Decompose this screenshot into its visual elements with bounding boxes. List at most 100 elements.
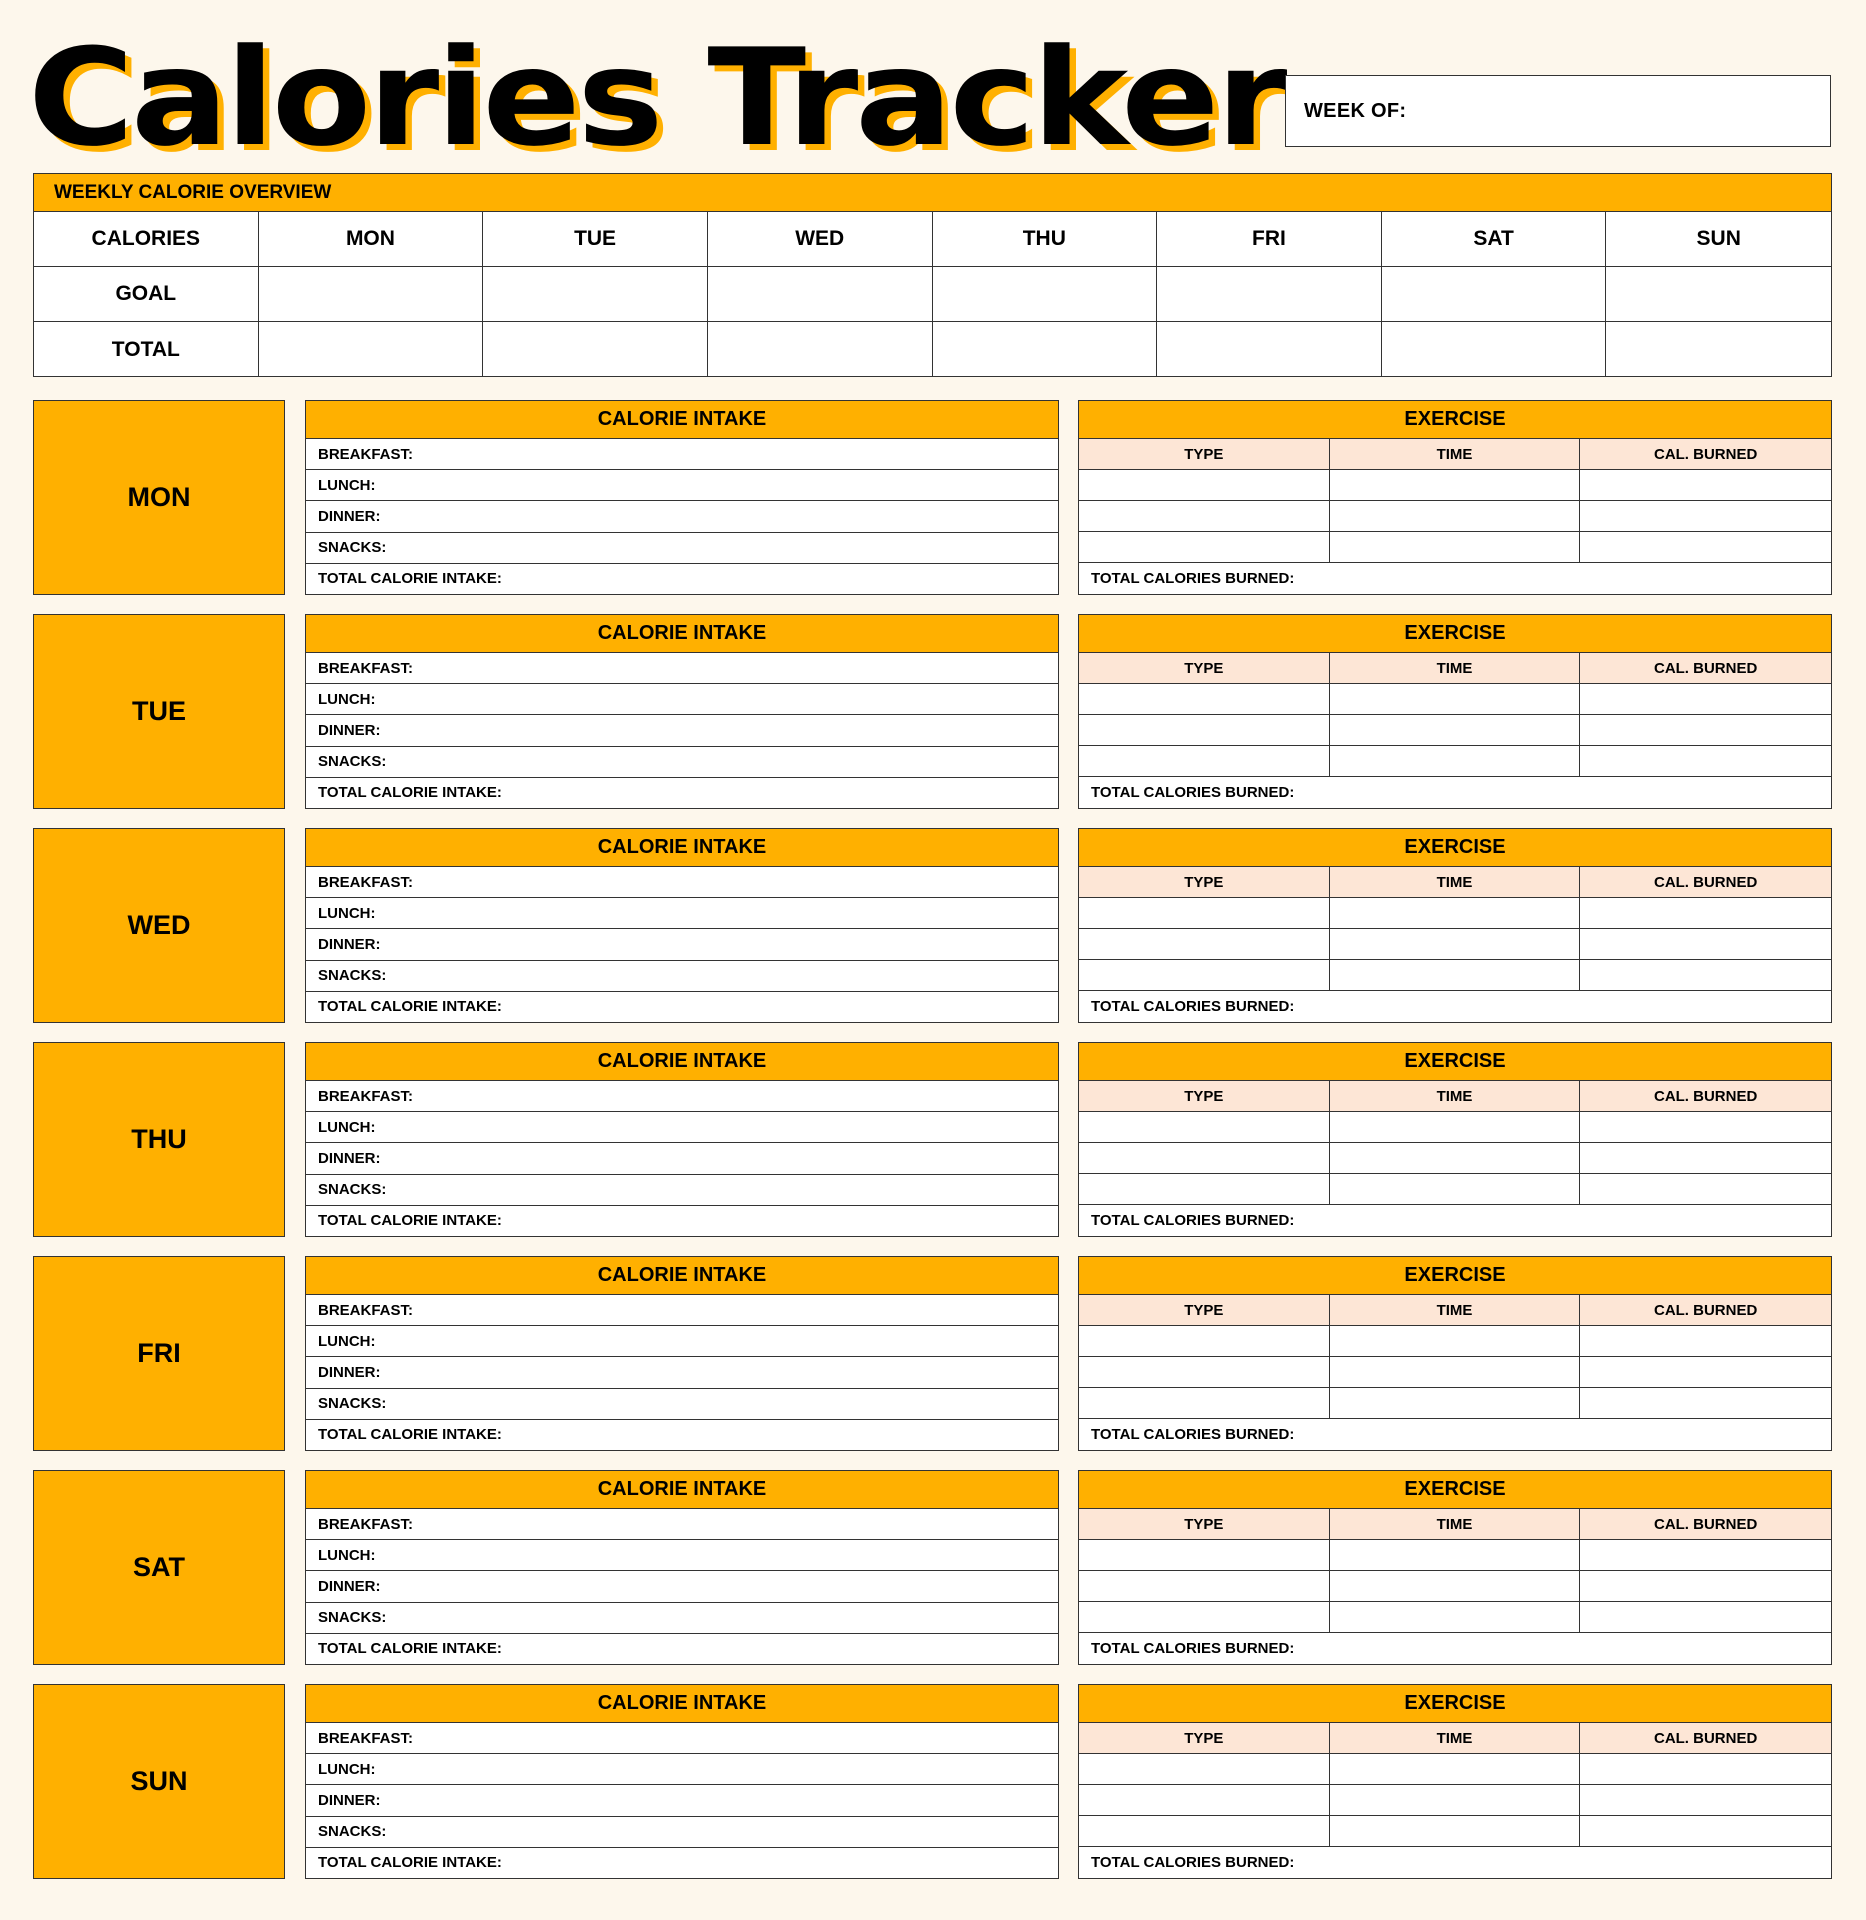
total-calories-burned-field[interactable]: TOTAL CALORIES BURNED: [1079,777,1831,808]
overview-input-cell[interactable] [1157,322,1382,377]
exercise-input-cell[interactable] [1580,1357,1831,1388]
intake-field[interactable]: TOTAL CALORIE INTAKE: [306,1634,1058,1664]
intake-field[interactable]: TOTAL CALORIE INTAKE: [306,1420,1058,1450]
intake-field[interactable]: LUNCH: [306,684,1058,716]
intake-field[interactable]: BREAKFAST: [306,439,1058,471]
overview-input-cell[interactable] [258,267,484,322]
intake-field[interactable]: LUNCH: [306,1112,1058,1144]
overview-input-cell[interactable] [1606,267,1831,322]
exercise-input-cell[interactable] [1329,1540,1581,1571]
exercise-input-cell[interactable] [1580,1540,1831,1571]
exercise-input-cell[interactable] [1329,715,1581,746]
total-calories-burned-field[interactable]: TOTAL CALORIES BURNED: [1079,563,1831,594]
exercise-input-cell[interactable] [1329,1388,1581,1419]
exercise-input-cell[interactable] [1079,1174,1330,1205]
overview-input-cell[interactable] [933,322,1158,377]
intake-field[interactable]: TOTAL CALORIE INTAKE: [306,1206,1058,1236]
intake-field[interactable]: TOTAL CALORIE INTAKE: [306,564,1058,594]
exercise-input-cell[interactable] [1329,684,1581,715]
exercise-input-cell[interactable] [1329,929,1581,960]
exercise-input-cell[interactable] [1079,1816,1330,1847]
exercise-input-cell[interactable] [1580,746,1831,777]
exercise-input-cell[interactable] [1580,715,1831,746]
exercise-input-cell[interactable] [1079,1571,1330,1602]
exercise-input-cell[interactable] [1329,746,1581,777]
exercise-input-cell[interactable] [1580,684,1831,715]
intake-field[interactable]: LUNCH: [306,898,1058,930]
exercise-input-cell[interactable] [1079,684,1330,715]
exercise-input-cell[interactable] [1079,1754,1330,1785]
exercise-input-cell[interactable] [1079,1540,1330,1571]
exercise-input-cell[interactable] [1580,1388,1831,1419]
exercise-input-cell[interactable] [1079,532,1330,563]
exercise-input-cell[interactable] [1580,532,1831,563]
exercise-input-cell[interactable] [1580,1143,1831,1174]
exercise-input-cell[interactable] [1580,1602,1831,1633]
intake-field[interactable]: LUNCH: [306,470,1058,502]
exercise-input-cell[interactable] [1329,1754,1581,1785]
exercise-input-cell[interactable] [1329,1571,1581,1602]
overview-input-cell[interactable] [1381,267,1607,322]
overview-input-cell[interactable] [1606,322,1831,377]
exercise-input-cell[interactable] [1580,1816,1831,1847]
intake-field[interactable]: DINNER: [306,1357,1058,1389]
exercise-input-cell[interactable] [1580,1112,1831,1143]
intake-field[interactable]: BREAKFAST: [306,1081,1058,1113]
exercise-input-cell[interactable] [1329,960,1581,991]
exercise-input-cell[interactable] [1079,1602,1330,1633]
overview-input-cell[interactable] [259,322,484,377]
exercise-input-cell[interactable] [1079,470,1330,501]
exercise-input-cell[interactable] [1580,1754,1831,1785]
intake-field[interactable]: SNACKS: [306,1389,1058,1420]
total-calories-burned-field[interactable]: TOTAL CALORIES BURNED: [1079,991,1831,1022]
exercise-input-cell[interactable] [1329,470,1581,501]
intake-field[interactable]: BREAKFAST: [306,1509,1058,1541]
overview-input-cell[interactable] [1382,322,1607,377]
intake-field[interactable]: TOTAL CALORIE INTAKE: [306,992,1058,1022]
total-calories-burned-field[interactable]: TOTAL CALORIES BURNED: [1079,1633,1831,1664]
overview-input-cell[interactable] [707,267,933,322]
exercise-input-cell[interactable] [1580,1785,1831,1816]
exercise-input-cell[interactable] [1079,1357,1330,1388]
intake-field[interactable]: DINNER: [306,1571,1058,1603]
intake-field[interactable]: BREAKFAST: [306,1295,1058,1327]
intake-field[interactable]: DINNER: [306,715,1058,747]
intake-field[interactable]: SNACKS: [306,961,1058,992]
intake-field[interactable]: SNACKS: [306,1175,1058,1206]
exercise-input-cell[interactable] [1079,501,1330,532]
intake-field[interactable]: TOTAL CALORIE INTAKE: [306,778,1058,808]
exercise-input-cell[interactable] [1329,898,1581,929]
intake-field[interactable]: LUNCH: [306,1754,1058,1786]
intake-field[interactable]: DINNER: [306,929,1058,961]
exercise-input-cell[interactable] [1329,1602,1581,1633]
intake-field[interactable]: DINNER: [306,1785,1058,1817]
exercise-input-cell[interactable] [1079,1326,1330,1357]
exercise-input-cell[interactable] [1580,1571,1831,1602]
exercise-input-cell[interactable] [1079,746,1330,777]
intake-field[interactable]: LUNCH: [306,1326,1058,1358]
overview-input-cell[interactable] [483,322,708,377]
exercise-input-cell[interactable] [1079,929,1330,960]
intake-field[interactable]: BREAKFAST: [306,1723,1058,1755]
exercise-input-cell[interactable] [1580,898,1831,929]
exercise-input-cell[interactable] [1079,1785,1330,1816]
exercise-input-cell[interactable] [1079,715,1330,746]
intake-field[interactable]: DINNER: [306,1143,1058,1175]
exercise-input-cell[interactable] [1079,1388,1330,1419]
exercise-input-cell[interactable] [1329,1174,1581,1205]
week-of-field[interactable]: WEEK OF: [1285,75,1831,147]
exercise-input-cell[interactable] [1580,501,1831,532]
overview-input-cell[interactable] [708,322,933,377]
intake-field[interactable]: TOTAL CALORIE INTAKE: [306,1848,1058,1878]
intake-field[interactable]: SNACKS: [306,533,1058,564]
intake-field[interactable]: SNACKS: [306,1817,1058,1848]
exercise-input-cell[interactable] [1580,470,1831,501]
overview-input-cell[interactable] [932,267,1158,322]
exercise-input-cell[interactable] [1079,898,1330,929]
exercise-input-cell[interactable] [1329,1143,1581,1174]
intake-field[interactable]: BREAKFAST: [306,867,1058,899]
exercise-input-cell[interactable] [1329,1326,1581,1357]
exercise-input-cell[interactable] [1329,1785,1581,1816]
exercise-input-cell[interactable] [1580,1174,1831,1205]
exercise-input-cell[interactable] [1580,960,1831,991]
